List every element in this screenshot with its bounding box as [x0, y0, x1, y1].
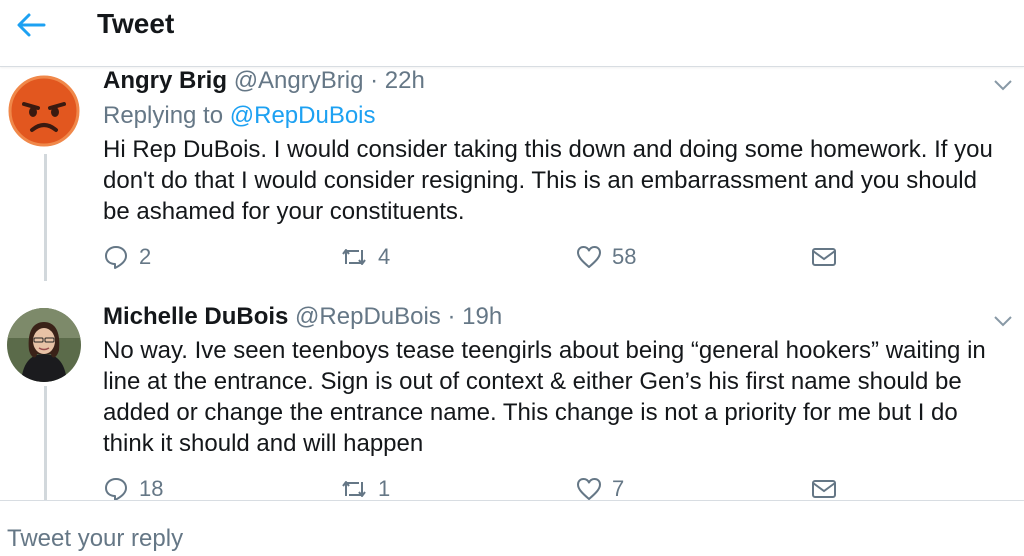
reply-icon: [105, 246, 127, 269]
tweet-text: No way. Ive seen teenboys tease teengirl…: [103, 337, 986, 457]
avatar-angry-brig[interactable]: [7, 74, 81, 148]
reply-icon: [105, 478, 127, 501]
separator-dot: ·: [370, 67, 379, 94]
thread-line: [44, 154, 47, 281]
like-icon: [577, 246, 601, 268]
reply-input[interactable]: Tweet your reply: [7, 524, 183, 554]
like-count: 7: [612, 476, 625, 501]
timestamp[interactable]: 22h: [385, 67, 425, 94]
reply-count: 2: [139, 244, 152, 269]
like-button[interactable]: 58: [576, 242, 636, 272]
share-mail-icon: [812, 248, 836, 266]
tweet-header: Michelle DuBois @RepDuBois · 19h: [103, 302, 502, 332]
retweet-count: 4: [378, 244, 391, 269]
retweet-icon: [342, 249, 366, 265]
chevron-down-icon[interactable]: [990, 75, 1016, 95]
timestamp[interactable]: 19h: [462, 303, 502, 330]
profile-photo: [7, 308, 81, 382]
display-name[interactable]: Michelle DuBois: [103, 303, 288, 330]
tweet-actions: 2 4 58: [103, 242, 863, 272]
handle[interactable]: @AngryBrig: [234, 67, 364, 94]
like-count: 58: [612, 244, 637, 269]
replying-to-mention[interactable]: @RepDuBois: [230, 102, 376, 129]
page-title: Tweet: [97, 8, 175, 39]
share-mail-icon: [812, 480, 836, 498]
tweet-item[interactable]: Michelle DuBois @RepDuBois · 19h No way.…: [0, 298, 1024, 501]
reply-count: 18: [139, 476, 164, 501]
tweet-text: Hi Rep DuBois. I would consider taking t…: [103, 136, 993, 225]
back-arrow-icon[interactable]: [14, 8, 48, 42]
tweet-header: Angry Brig @AngryBrig · 22h: [103, 66, 425, 96]
retweet-button[interactable]: 4: [340, 242, 390, 272]
replying-to: Replying to @RepDuBois: [103, 101, 376, 131]
replying-to-label: Replying to: [103, 102, 224, 129]
separator-dot: ·: [447, 303, 456, 330]
display-name[interactable]: Angry Brig: [103, 67, 227, 94]
thread-line: [44, 386, 47, 500]
reply-button[interactable]: 2: [103, 242, 151, 272]
chevron-down-icon[interactable]: [990, 311, 1016, 331]
like-icon: [577, 478, 601, 500]
angry-face-icon: [7, 74, 81, 148]
avatar-michelle-dubois[interactable]: [7, 308, 81, 382]
top-bar: Tweet: [0, 0, 1024, 67]
retweet-icon: [342, 481, 366, 497]
reply-composer[interactable]: Tweet your reply: [0, 500, 1024, 556]
share-button[interactable]: [810, 242, 838, 272]
tweet-item[interactable]: Angry Brig @AngryBrig · 22h Replying to …: [0, 66, 1024, 281]
retweet-count: 1: [378, 476, 391, 501]
handle[interactable]: @RepDuBois: [295, 303, 441, 330]
